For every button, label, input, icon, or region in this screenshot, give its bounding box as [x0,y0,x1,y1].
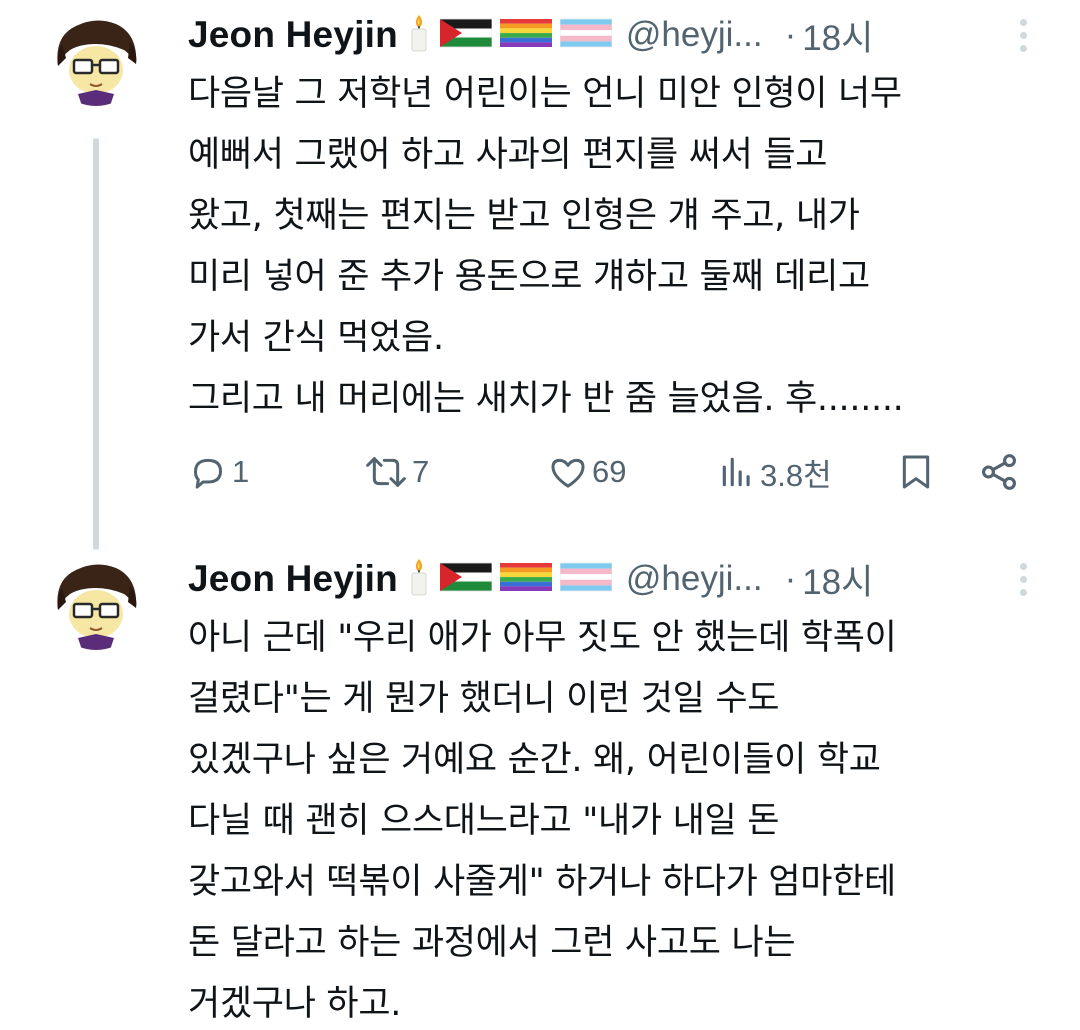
reply-button[interactable]: 1 [188,444,249,500]
avatar[interactable] [50,14,142,106]
bookmark-button[interactable] [896,444,936,500]
reply-count: 1 [232,454,250,489]
tweet-text-line: 그리고 내 머리에는 새치가 반 줌 늘었음. 후........ [188,379,904,419]
share-button[interactable] [978,444,1020,500]
tweet[interactable]: Jeon Heyjin [0,0,1080,550]
tweet-text-line: 예뻐서 그랬어 하고 사과의 편지를 써서 들고 [188,135,828,175]
header-separator: · [784,559,797,598]
tweet-text-line: 다닐 때 괜히 으스대느라고 "내가 내일 돈 [188,801,780,841]
transgender-flag-emoji-icon [559,17,613,53]
timeline: Jeon Heyjin @heyji... · 18시 다음날 그 저학년 어린… [0,0,1080,1030]
palestine-flag-emoji-icon [439,561,493,597]
header-separator: · [784,15,797,54]
retweet-count: 7 [412,454,430,489]
more-options-icon[interactable] [1008,558,1038,600]
candle-emoji-icon [406,557,432,601]
tweet-text-line: 갖고와서 떡볶이 사줄게" 하거나 하다가 엄마한테 [188,862,896,902]
author-display-name[interactable]: Jeon Heyjin [188,558,398,600]
tweet-timestamp[interactable]: 18시 [802,554,873,605]
tweet-action-bar: 1 7 69 3.8천 [188,444,1038,500]
author-handle[interactable]: @heyji... [626,15,763,55]
tweet-text: 아니 근데 "우리 애가 아무 짓도 안 했는데 학폭이 걸렸다"는 게 뭔가 … [188,608,1048,1030]
heart-icon [548,452,588,492]
avatar[interactable] [50,558,142,650]
tweet-text-line: 거겠구나 하고. [188,984,402,1024]
view-count: 3.8천 [760,457,832,493]
more-options-icon[interactable] [1008,14,1038,56]
tweet-text: 다음날 그 저학년 어린이는 언니 미안 인형이 너무 예뻐서 그랬어 하고 사… [188,64,1048,430]
retweet-button[interactable]: 7 [364,444,429,500]
like-count: 69 [592,454,627,489]
tweet-text-line: 미리 넣어 준 추가 용돈으로 걔하고 둘째 데리고 [188,257,870,297]
tweet-text-line: 있겠구나 싶은 거예요 순간. 왜, 어린이들이 학교 [188,740,881,780]
palestine-flag-emoji-icon [439,17,493,53]
rainbow-flag-emoji-icon [499,561,552,597]
reply-icon [188,452,228,492]
tweet-text-line: 돈 달라고 하는 과정에서 그런 사고도 나는 [188,923,796,963]
thread-connector-line [93,138,99,550]
views-chart-icon [718,452,756,492]
tweet-text-line: 가서 간식 먹었음. [188,318,444,358]
transgender-flag-emoji-icon [559,561,613,597]
like-button[interactable]: 69 [548,444,626,500]
tweet-timestamp[interactable]: 18시 [802,10,873,61]
tweet-text-line: 걸렸다"는 게 뭔가 했더니 이런 것일 수도 [188,679,780,719]
tweet-header: Jeon Heyjin @heyji... · 18시 [188,554,1038,604]
tweet-text-line: 왔고, 첫째는 편지는 받고 인형은 걔 주고, 내가 [188,196,860,236]
tweet-text-line: 아니 근데 "우리 애가 아무 짓도 안 했는데 학폭이 [188,618,897,658]
tweet-text-line: 다음날 그 저학년 어린이는 언니 미안 인형이 너무 [188,74,902,114]
share-icon [978,451,1020,493]
candle-emoji-icon [406,13,432,57]
author-handle[interactable]: @heyji... [626,559,763,599]
author-display-name[interactable]: Jeon Heyjin [188,14,398,56]
retweet-icon [364,452,408,492]
bookmark-icon [896,451,936,493]
tweet-header: Jeon Heyjin @heyji... · 18시 [188,10,1038,60]
tweet[interactable]: Jeon Heyjin [0,550,1080,1030]
views-button[interactable]: 3.8천 [718,444,832,500]
rainbow-flag-emoji-icon [499,17,552,53]
